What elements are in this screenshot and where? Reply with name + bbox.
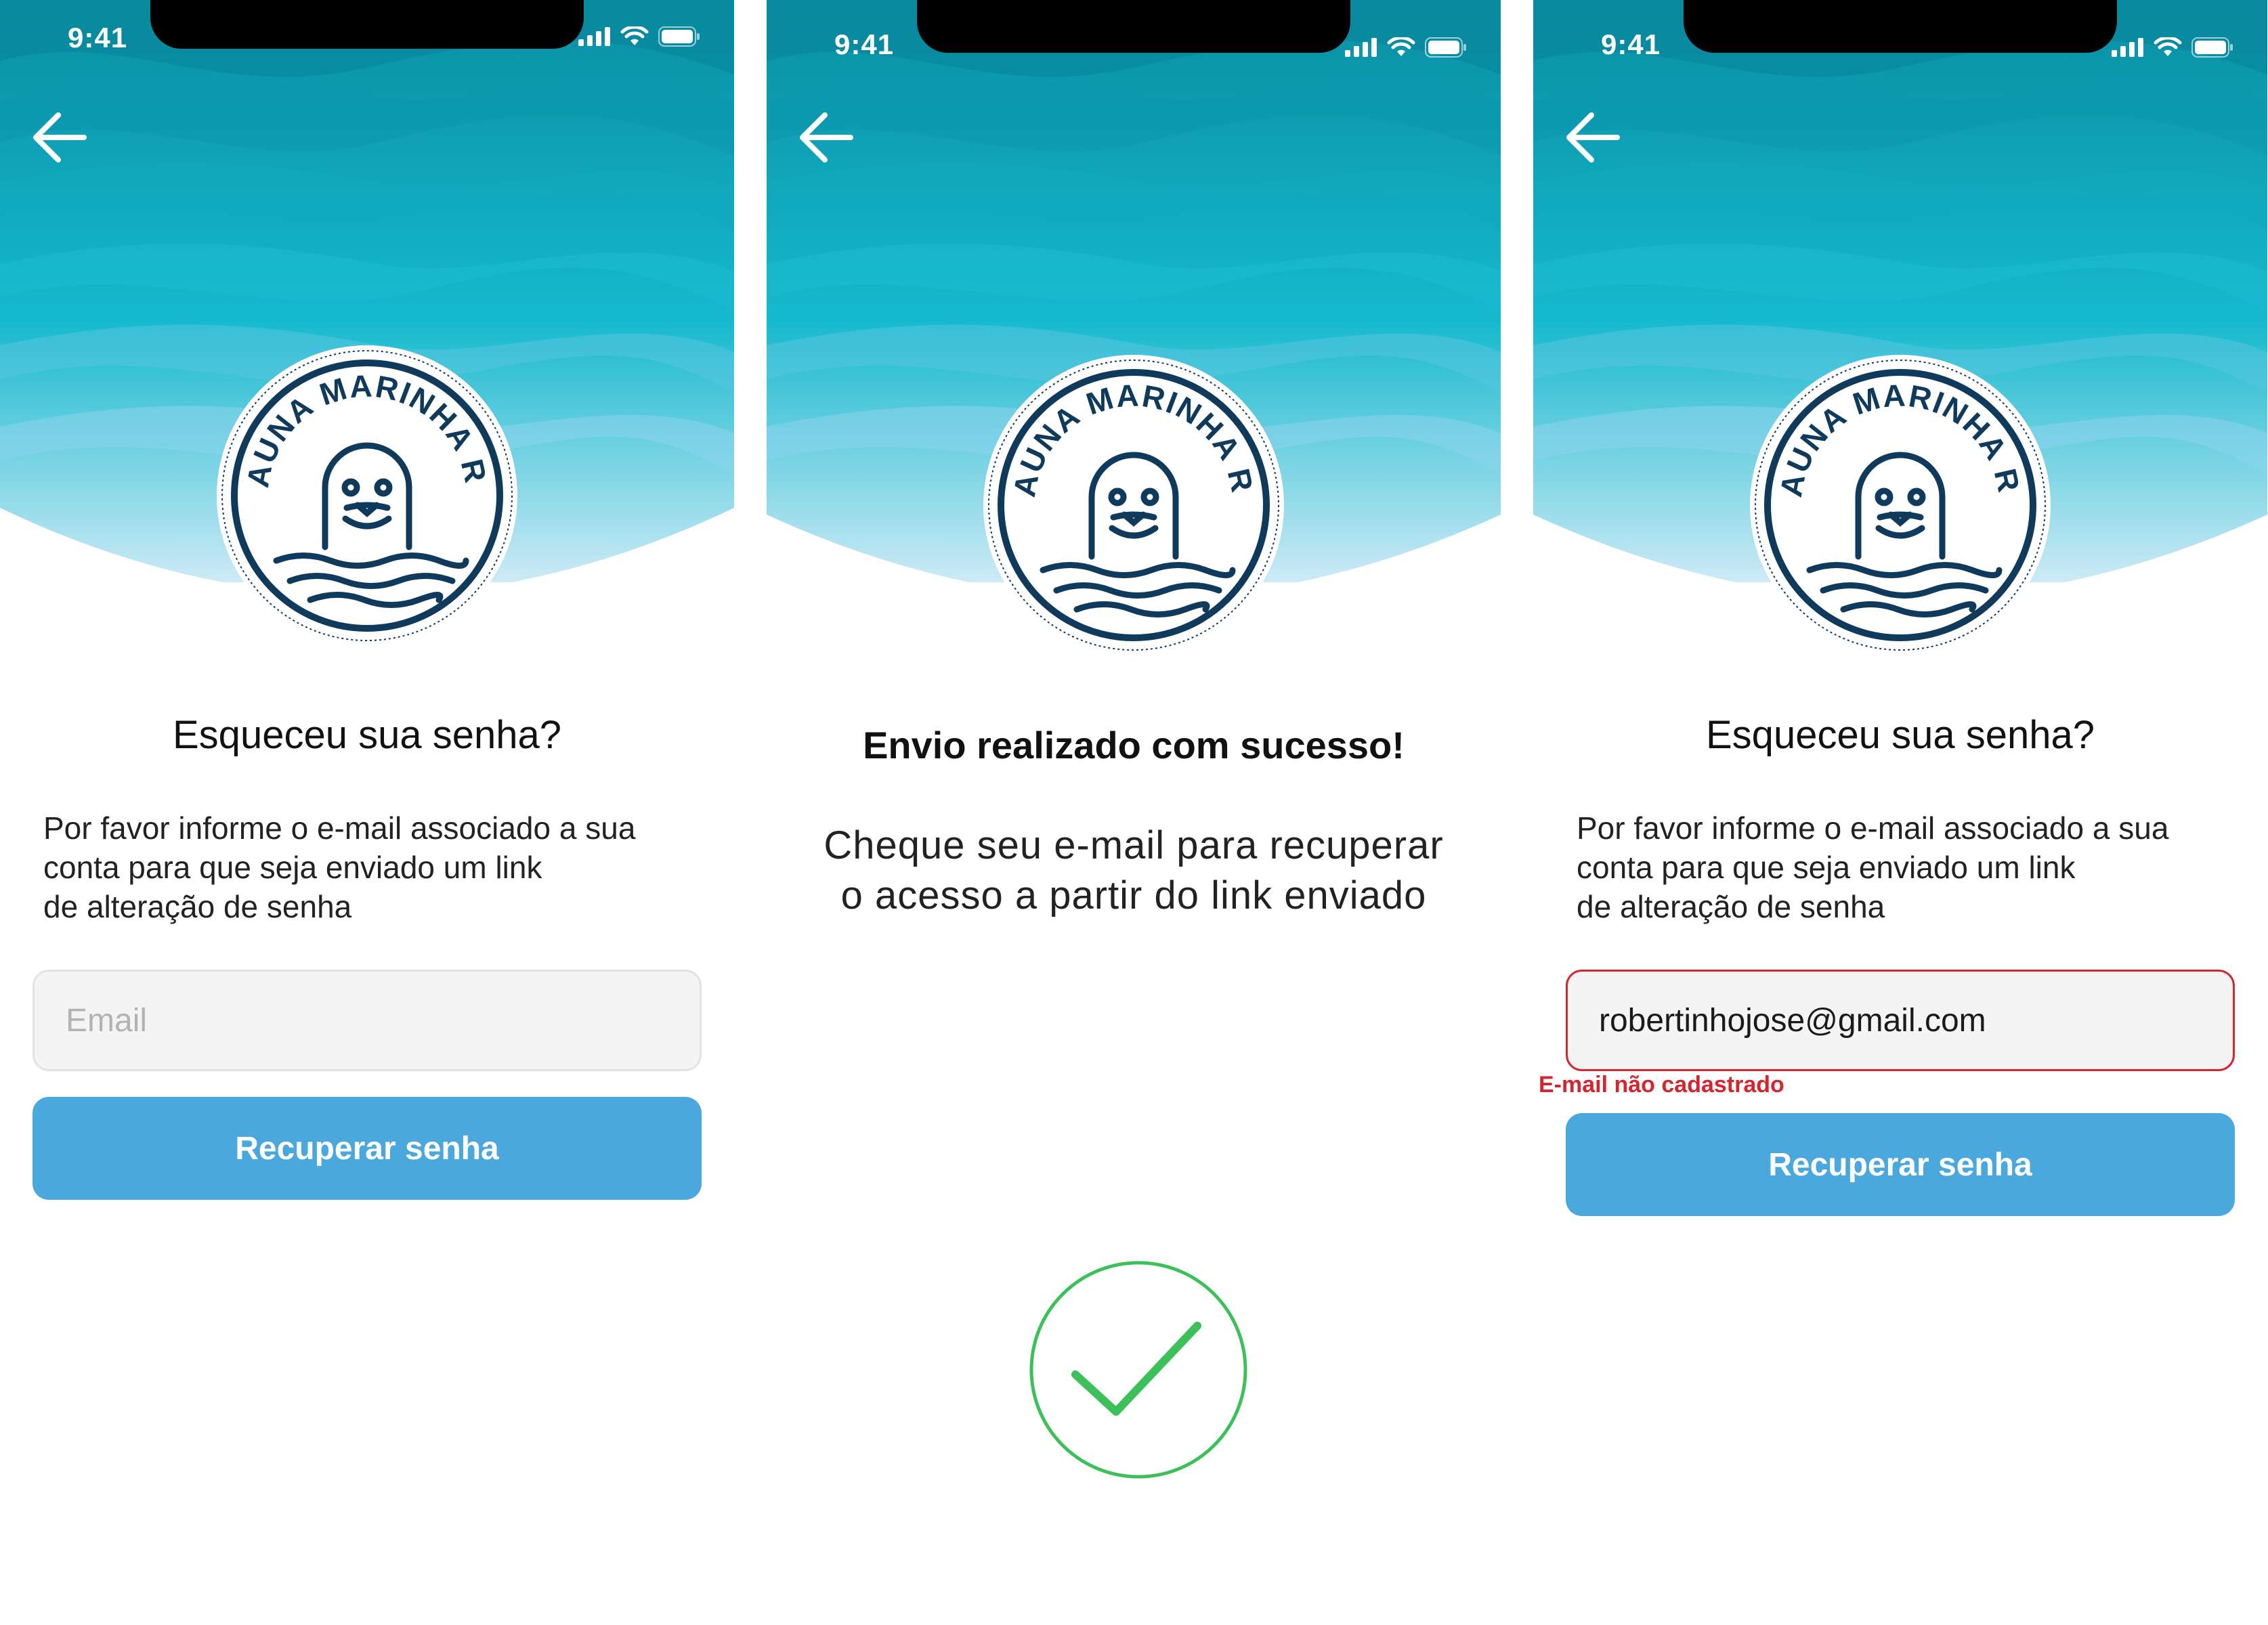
status-icons [1345, 34, 1467, 61]
back-arrow-icon[interactable] [30, 108, 88, 167]
instructions-text: Por favor informe o e-mail associado a s… [43, 808, 707, 926]
status-time: 9:41 [834, 28, 895, 60]
back-arrow-icon[interactable] [796, 108, 855, 167]
device-notch [150, 0, 584, 49]
fauna-marinha-logo: FAUNA MARINHA RS [1749, 353, 2051, 655]
recover-password-button[interactable]: Recuperar senha [1566, 1113, 2235, 1216]
forgot-password-error-screen: 9:41 FAUNA MARINHA RS [1533, 0, 2267, 1625]
back-arrow-icon[interactable] [1563, 108, 1621, 167]
instructions-line: conta para que seja enviado um link [1577, 850, 2076, 885]
signal-icon [1345, 38, 1377, 57]
wifi-icon [620, 26, 649, 45]
success-title: Envio realizado com sucesso! [863, 724, 1405, 766]
instructions-line: conta para que seja enviado um link [43, 850, 542, 885]
battery-icon [2191, 37, 2233, 58]
battery-icon [1425, 37, 1466, 58]
page-title: Esqueceu sua senha? [1706, 713, 2095, 757]
signal-icon [2112, 38, 2143, 57]
instructions-line: Por favor informe o e-mail associado a s… [1577, 810, 2169, 846]
success-screen: 9:41 FAUNA MARINHA RS [767, 0, 1501, 1625]
email-input[interactable]: robertinhojose@gmail.com [1566, 970, 2235, 1071]
status-icons [578, 23, 700, 50]
status-time: 9:41 [1601, 28, 1661, 60]
email-input[interactable]: Email [33, 970, 702, 1071]
device-notch [1684, 0, 2117, 53]
success-message-line: Cheque seu e-mail para recuperar [823, 823, 1444, 867]
wifi-icon [1387, 37, 1415, 56]
recover-password-button[interactable]: Recuperar senha [33, 1097, 702, 1200]
wifi-icon [2154, 37, 2182, 56]
fauna-marinha-logo: FAUNA MARINHA RS [215, 344, 517, 646]
instructions-text: Por favor informe o e-mail associado a s… [1577, 808, 2240, 926]
forgot-password-screen: 9:41 FAUNA MARINHA RS [0, 0, 734, 1625]
instructions-line: Por favor informe o e-mail associado a s… [43, 810, 636, 846]
check-circle-icon [1029, 1261, 1247, 1479]
status-time: 9:41 [68, 22, 128, 53]
success-message: Cheque seu e-mail para recuperar o acess… [794, 821, 1474, 921]
status-icons [2112, 34, 2233, 61]
instructions-line: de alteração de senha [1577, 889, 1885, 924]
battery-icon [658, 26, 700, 47]
page-title: Esqueceu sua senha? [173, 713, 561, 757]
success-message-line: o acesso a partir do link enviado [840, 873, 1427, 917]
instructions-line: de alteração de senha [43, 889, 352, 924]
email-error-message: E-mail não cadastrado [1539, 1072, 1784, 1098]
fauna-marinha-logo: FAUNA MARINHA RS [982, 353, 1284, 655]
signal-icon [578, 27, 610, 46]
device-notch [917, 0, 1350, 53]
